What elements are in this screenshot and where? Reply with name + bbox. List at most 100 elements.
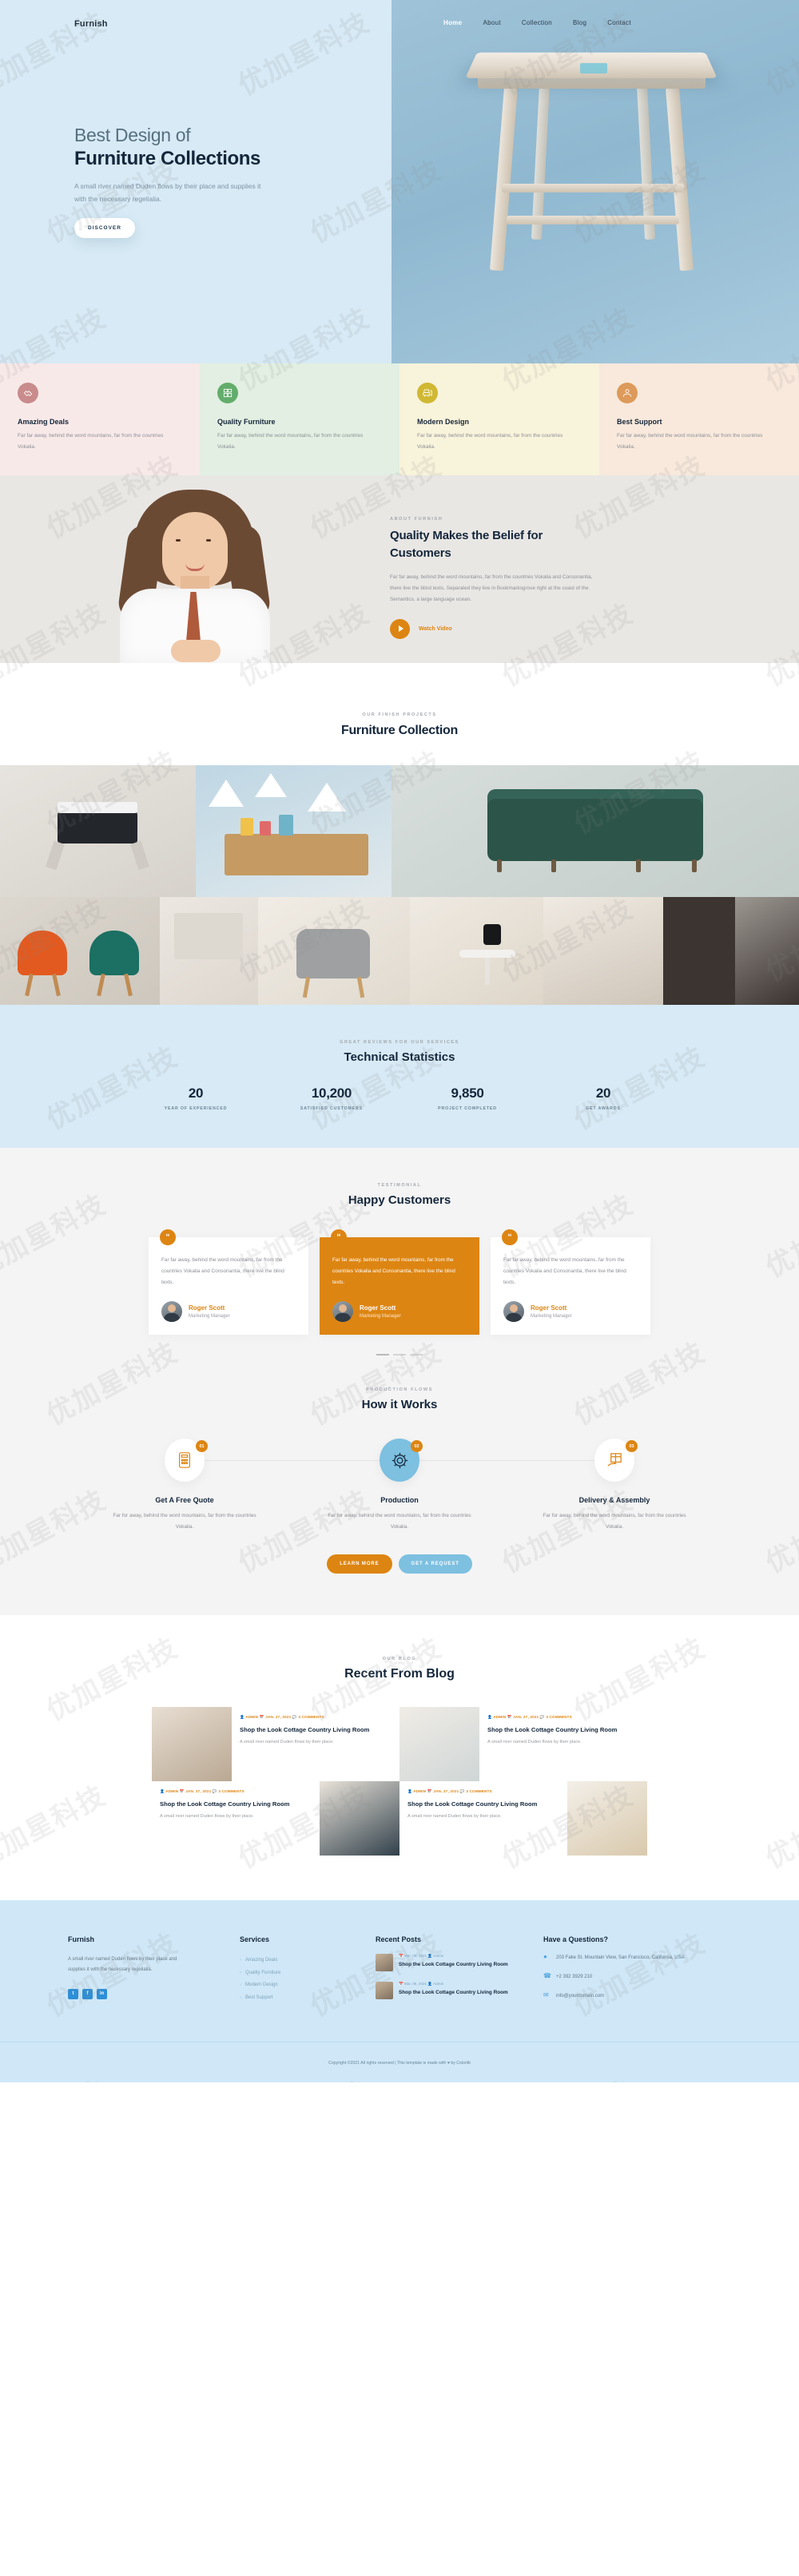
footer-recent-post[interactable]: 📅 Mar. 05, 2021 👤 Admin Shop the Look Co…	[376, 1982, 543, 2000]
about-title: Quality Makes the Belief for Customers	[390, 529, 543, 560]
feature-card-amazing-deals[interactable]: Amazing Deals Far far away, behind the w…	[0, 363, 200, 475]
step-text: Far for away, behind the word mountains,…	[543, 1513, 686, 1530]
footer-service-link[interactable]: Best Support	[240, 1992, 376, 2005]
footer-phone-row[interactable]: ☎ +2 392 3929 210	[543, 1973, 731, 1982]
gallery-item-interior[interactable]	[160, 897, 258, 1005]
feature-title: Amazing Deals	[18, 418, 70, 426]
footer-service-link[interactable]: Amazing Deals	[240, 1955, 376, 1967]
feature-card-quality-furniture[interactable]: Quality Furniture Far far away, behind t…	[200, 363, 400, 475]
watch-video-row[interactable]: Watch Video	[390, 618, 730, 639]
get-a-request-button[interactable]: GET A REQUEST	[398, 1554, 472, 1574]
gallery-item-patterned-chairs[interactable]	[0, 897, 160, 1005]
feature-card-best-support[interactable]: Best Support Far far away, behind the wo…	[599, 363, 799, 475]
watch-video-label[interactable]: Watch Video	[419, 626, 452, 632]
comment-icon: 💬	[292, 1715, 297, 1720]
features-section: Amazing Deals Far far away, behind the w…	[0, 363, 799, 475]
footer-recent-post[interactable]: 📅 Mar. 05, 2021 👤 Admin Shop the Look Co…	[376, 1954, 543, 1972]
gallery-item-armchair[interactable]	[258, 897, 410, 1005]
stat-item: 9,850 PROJECT COMPLETED	[400, 1086, 535, 1111]
calendar-icon: 📅	[427, 1789, 432, 1794]
blog-post-card[interactable]: 👤 ADMIN 📅 JAN. 27, 2021 💬 3 COMMENTS Sho…	[152, 1781, 400, 1856]
gallery-item-green-sofa[interactable]	[392, 765, 799, 897]
blog-meta: 👤 ADMIN 📅 JAN. 27, 2021 💬 3 COMMENTS	[240, 1714, 392, 1721]
blog-section: OUR BLOG Recent From Blog 👤 ADMIN 📅 JAN.…	[0, 1615, 799, 1901]
avatar	[161, 1301, 182, 1323]
blog-thumbnail	[152, 1707, 232, 1782]
testimonial-card[interactable]: “ Far far away, behind the word mountain…	[491, 1229, 650, 1336]
blog-grid: 👤 ADMIN 📅 JAN. 27, 2021 💬 3 COMMENTS Sho…	[152, 1707, 647, 1856]
blog-post-card[interactable]: 👤 ADMIN 📅 JAN. 27, 2021 💬 3 COMMENTS Sho…	[400, 1707, 647, 1782]
testimonial-card[interactable]: “ Far far away, behind the word mountain…	[149, 1229, 308, 1336]
gallery-item-round-table[interactable]	[410, 897, 543, 1005]
blog-meta: 👤 ADMIN 📅 JAN. 27, 2021 💬 3 COMMENTS	[407, 1788, 559, 1796]
linkedin-icon[interactable]: in	[97, 1988, 107, 1999]
blog-post-card[interactable]: 👤 ADMIN 📅 JAN. 27, 2021 💬 3 COMMENTS Sho…	[400, 1781, 647, 1856]
feature-text: Far far away, behind the word mountains,…	[18, 433, 164, 450]
nav-item-home[interactable]: Home	[443, 19, 462, 26]
blog-title: Recent From Blog	[344, 1667, 455, 1681]
blog-date: JAN. 27, 2021	[265, 1715, 292, 1720]
footer-service-link[interactable]: Quality Furniture	[240, 1967, 376, 1980]
discover-button[interactable]: DISCOVER	[74, 217, 135, 238]
envelope-icon: ✉	[543, 1991, 549, 1999]
footer-recent-title: Recent Posts	[376, 1935, 422, 1944]
gallery-item-bedroom[interactable]	[543, 897, 799, 1005]
testimonial-card-active[interactable]: “ Far far away, behind the word mountain…	[320, 1229, 479, 1336]
blog-post-title[interactable]: Shop the Look Cottage Country Living Roo…	[240, 1725, 392, 1734]
copyright-text: Copyright ©2021 All rights reserved | Th…	[328, 2060, 471, 2066]
post-thumbnail	[376, 1982, 393, 2000]
how-title: How it Works	[361, 1398, 438, 1412]
step-title: Production	[380, 1496, 419, 1505]
footer-phone[interactable]: +2 392 3929 210	[556, 1973, 592, 1982]
footer-email-row[interactable]: ✉ info@yourdomain.com	[543, 1992, 731, 2001]
feature-text: Far far away, behind the word mountains,…	[417, 433, 563, 450]
stat-number: 20	[188, 1086, 204, 1101]
footer-service-link[interactable]: Modern Design	[240, 1979, 376, 1992]
gallery-item-towels[interactable]	[0, 765, 196, 897]
twitter-icon[interactable]: t	[68, 1988, 78, 1999]
feature-card-modern-design[interactable]: Modern Design Far far away, behind the w…	[400, 363, 599, 475]
blog-post-title[interactable]: Shop the Look Cottage Country Living Roo…	[407, 1800, 559, 1808]
nav-item-collection[interactable]: Collection	[522, 19, 552, 26]
copyright-bar: Copyright ©2021 All rights reserved | Th…	[0, 2041, 799, 2082]
footer-post-title[interactable]: Shop the Look Cottage Country Living Roo…	[399, 1961, 508, 1969]
nav-item-contact[interactable]: Contact	[607, 19, 631, 26]
post-thumbnail	[376, 1954, 393, 1972]
about-copy: ABOUT FURNISH Quality Makes the Belief f…	[376, 475, 799, 663]
comment-icon: 💬	[212, 1789, 217, 1794]
step-number: 03	[626, 1440, 638, 1453]
footer-email[interactable]: info@yourdomain.com	[556, 1992, 604, 2001]
blog-author: ADMIN	[245, 1715, 259, 1720]
blog-post-excerpt: A small river named Duden flows by their…	[407, 1814, 502, 1820]
blog-post-card[interactable]: 👤 ADMIN 📅 JAN. 27, 2021 💬 3 COMMENTS Sho…	[152, 1707, 400, 1782]
learn-more-button[interactable]: LEARN MORE	[327, 1554, 392, 1574]
hero-title-line1: Best Design of	[74, 125, 191, 145]
feature-title: Quality Furniture	[217, 418, 276, 426]
step-text: Far for away, behind the word mountains,…	[113, 1513, 256, 1530]
footer-address: 203 Fake St. Mountain View, San Francisc…	[556, 1955, 685, 1961]
blog-thumbnail	[567, 1781, 647, 1856]
landing-page: Furnish Home About Collection Blog Conta…	[0, 0, 799, 2082]
avatar	[503, 1301, 524, 1323]
stat-label: GET AWARDS	[586, 1106, 621, 1111]
collection-title: Furniture Collection	[340, 724, 458, 737]
testimonial-name: Roger Scott	[360, 1304, 396, 1312]
quote-icon: “	[502, 1229, 518, 1245]
nav-item-blog[interactable]: Blog	[573, 19, 586, 26]
blog-post-title[interactable]: Shop the Look Cottage Country Living Roo…	[160, 1800, 312, 1808]
step-text: Far for away, behind the word mountains,…	[328, 1513, 471, 1530]
how-eyebrow: PRODUCTION FLOWS	[366, 1387, 433, 1393]
avatar	[332, 1301, 353, 1323]
play-icon[interactable]	[390, 618, 410, 639]
footer-post-title[interactable]: Shop the Look Cottage Country Living Roo…	[399, 1989, 508, 1997]
facebook-icon[interactable]: f	[82, 1988, 93, 1999]
blog-thumbnail	[320, 1781, 400, 1856]
footer-brand: Furnish	[68, 1935, 94, 1944]
stat-label: SATISFIED CUSTOMERS	[300, 1106, 364, 1111]
site-logo[interactable]: Furnish	[74, 19, 108, 29]
gallery-item-shelf-decor[interactable]	[196, 765, 392, 897]
nav-item-about[interactable]: About	[483, 19, 500, 26]
calendar-icon: 📅	[399, 1954, 403, 1959]
blog-post-excerpt: A small river named Duden flows by their…	[487, 1740, 582, 1745]
blog-post-title[interactable]: Shop the Look Cottage Country Living Roo…	[487, 1725, 639, 1734]
